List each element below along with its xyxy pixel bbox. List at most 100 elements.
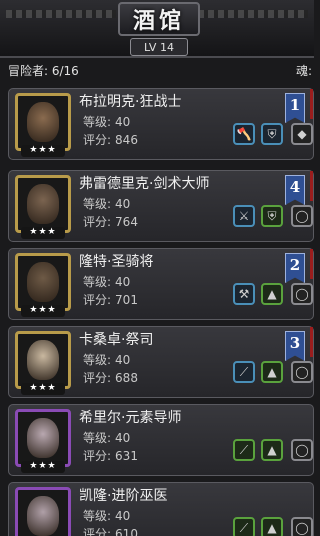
score-value: 846 bbox=[115, 133, 138, 147]
score-label: 评分: bbox=[83, 371, 112, 385]
cloak-icon: ▲ bbox=[267, 365, 277, 379]
chain-decoration-left bbox=[6, 10, 116, 18]
hero-score: 评分: 846 bbox=[79, 131, 138, 148]
hero-score: 评分: 688 bbox=[79, 369, 138, 386]
team-position-flag[interactable]: 4 bbox=[285, 175, 305, 205]
soul-currency-label: 魂: bbox=[295, 64, 312, 78]
level-value: 40 bbox=[115, 431, 131, 445]
ring-icon: ◯ bbox=[295, 521, 309, 535]
adventurer-card[interactable]: ★★★ 希里尔·元素导师 等级: 40 评分: 631 ⟋ ▲ ◯ bbox=[8, 404, 314, 476]
score-value: 764 bbox=[115, 215, 138, 229]
level-value: 40 bbox=[115, 353, 131, 367]
equipment-slot[interactable]: ▲ bbox=[261, 439, 283, 461]
armor-icon: ⛨ bbox=[267, 209, 277, 223]
hero-name: 弗雷德里克·剑术大师 bbox=[79, 176, 210, 192]
hero-portrait bbox=[15, 93, 71, 151]
staff-icon: ⟋ bbox=[239, 521, 249, 535]
robe-icon: ▲ bbox=[267, 443, 277, 457]
level-label: 等级: bbox=[83, 275, 112, 289]
axe-icon: 🪓 bbox=[236, 127, 252, 141]
score-value: 688 bbox=[115, 371, 138, 385]
equipment-slot[interactable]: ⟋ bbox=[233, 517, 255, 536]
equipment-slot[interactable]: ⟋ bbox=[233, 439, 255, 461]
equipment-slot[interactable]: ⚔ bbox=[233, 205, 255, 227]
hero-face bbox=[27, 340, 59, 380]
mace-icon: ⚒ bbox=[238, 287, 250, 301]
star-rating: ★★★ bbox=[21, 305, 65, 317]
equipment-slot[interactable]: ◆ bbox=[291, 123, 313, 145]
star-rating: ★★★ bbox=[21, 383, 65, 395]
hero-face bbox=[27, 102, 59, 142]
ring-icon: ◯ bbox=[295, 287, 309, 301]
hero-portrait bbox=[15, 487, 71, 536]
adventurer-card[interactable]: ★★★ 弗雷德里克·剑术大师 等级: 40 评分: 764 4 ⚔ ⛨ ◯ bbox=[8, 170, 314, 242]
equipment-slot[interactable]: ⚒ bbox=[233, 283, 255, 305]
score-label: 评分: bbox=[83, 449, 112, 463]
status-marker bbox=[310, 89, 313, 119]
equipment-slot[interactable]: ⟋ bbox=[233, 361, 255, 383]
team-position-flag[interactable]: 1 bbox=[285, 93, 305, 123]
score-label: 评分: bbox=[83, 527, 112, 536]
page-title: 酒馆 bbox=[132, 8, 185, 34]
hero-level: 等级: 40 bbox=[79, 429, 130, 446]
equipment-slot[interactable]: ◯ bbox=[291, 205, 313, 227]
adventurer-card[interactable]: ★★★ 隆特·圣骑将 等级: 40 评分: 701 2 ⚒ ▲ ◯ bbox=[8, 248, 314, 320]
adventurer-card[interactable]: ★★★ 凯隆·进阶巫医 等级:40 评分:610 ⟋▲◯ bbox=[8, 482, 314, 536]
score-label: 评分: bbox=[83, 293, 112, 307]
ring-icon: ◯ bbox=[295, 443, 309, 457]
adventurer-card[interactable]: ★★★ 布拉明克·狂战士 等级: 40 评分: 846 1 🪓 ⛨ ◆ bbox=[8, 88, 314, 160]
equipment-slot[interactable]: 🪓 bbox=[233, 123, 255, 145]
score-label: 评分: bbox=[83, 133, 112, 147]
equipment-slot[interactable]: ◯ bbox=[291, 283, 313, 305]
score-value: 631 bbox=[115, 449, 138, 463]
star-rating: ★★★ bbox=[21, 227, 65, 239]
score-value: 610 bbox=[115, 527, 138, 536]
title-plate: 酒馆 bbox=[118, 2, 200, 36]
status-marker bbox=[310, 171, 313, 201]
equipment-slot[interactable]: ⛨ bbox=[261, 205, 283, 227]
equipment-slot[interactable]: ◯ bbox=[291, 517, 313, 536]
level-label: 等级: bbox=[83, 115, 112, 129]
team-position-flag[interactable]: 3 bbox=[285, 331, 305, 361]
hero-face bbox=[27, 418, 59, 458]
robe-icon: ▲ bbox=[267, 521, 277, 535]
ring-icon: ◯ bbox=[295, 209, 309, 223]
equipment-slot[interactable]: ◯ bbox=[291, 439, 313, 461]
star-rating: ★★★ bbox=[21, 145, 65, 157]
hero-portrait bbox=[15, 253, 71, 311]
equipment-slot[interactable]: ⛨ bbox=[261, 123, 283, 145]
team-position-flag[interactable]: 2 bbox=[285, 253, 305, 283]
hero-portrait bbox=[15, 175, 71, 233]
level-value: 40 bbox=[115, 275, 131, 289]
level-label: 等级: bbox=[83, 431, 112, 445]
hero-face bbox=[27, 496, 59, 536]
sword-icon: ⚔ bbox=[238, 209, 250, 223]
hero-face bbox=[27, 184, 59, 224]
equipment-slot[interactable]: ▲ bbox=[261, 517, 283, 536]
hero-portrait bbox=[15, 331, 71, 389]
hero-name: 希里尔·元素导师 bbox=[79, 410, 182, 426]
equipment-slot[interactable]: ▲ bbox=[261, 283, 283, 305]
status-marker bbox=[310, 249, 313, 279]
ring-icon: ◯ bbox=[295, 365, 309, 379]
hero-level: 等级: 40 bbox=[79, 113, 130, 130]
star-rating: ★★★ bbox=[21, 461, 65, 473]
staff-icon: ⟋ bbox=[239, 443, 249, 457]
equipment-slot[interactable]: ▲ bbox=[261, 361, 283, 383]
level-value: 40 bbox=[115, 115, 131, 129]
equipment-slot[interactable]: ◯ bbox=[291, 361, 313, 383]
cloak-icon: ▲ bbox=[267, 287, 277, 301]
hero-name: 隆特·圣骑将 bbox=[79, 254, 154, 270]
hero-score: 评分: 701 bbox=[79, 291, 138, 308]
chain-decoration-right bbox=[198, 10, 308, 18]
hero-name: 卡桑卓·祭司 bbox=[79, 332, 154, 348]
hero-face bbox=[27, 262, 59, 302]
adventurer-count: 冒险者: 6/16 bbox=[8, 64, 79, 78]
staff-icon: ⟋ bbox=[239, 365, 249, 379]
level-badge: LV 14 bbox=[130, 38, 188, 56]
hero-name: 凯隆·进阶巫医 bbox=[79, 488, 168, 504]
level-label: 等级: bbox=[83, 353, 112, 367]
hero-name: 布拉明克·狂战士 bbox=[79, 94, 182, 110]
hero-score: 评分: 631 bbox=[79, 447, 138, 464]
adventurer-card[interactable]: ★★★ 卡桑卓·祭司 等级: 40 评分: 688 3 ⟋ ▲ ◯ bbox=[8, 326, 314, 398]
